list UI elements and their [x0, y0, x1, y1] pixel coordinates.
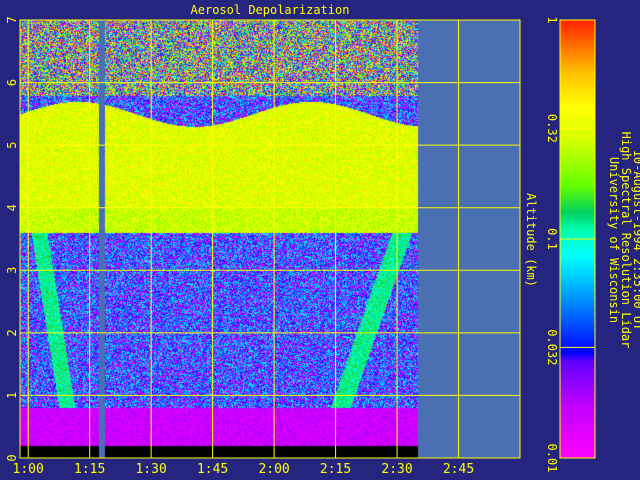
colorbar-tick-label: 0.1: [545, 228, 559, 250]
info-line-1: University of Wisconsin: [607, 157, 621, 323]
y-tick-label: 7: [5, 16, 19, 23]
x-tick-label: 1:45: [197, 462, 228, 477]
colorbar-tick-label: 0.032: [545, 329, 559, 365]
colorbar-tick-label: 0.01: [545, 444, 559, 473]
chart-title: Aerosol Depolarization: [191, 3, 350, 17]
depolarization-figure: Aerosol Depolarization 0 1 2 3 4 5 6 7 1:00 1:15…: [0, 0, 640, 480]
y-axis-label: Altitude (km): [524, 193, 538, 287]
y-tick-label: 5: [5, 142, 19, 149]
colorbar-tick-label: 1: [545, 16, 559, 23]
x-tick-label: 2:15: [320, 462, 351, 477]
info-text: University of Wisconsin High Spectral Re…: [607, 132, 640, 349]
x-tick-label: 1:30: [135, 462, 166, 477]
heatmap-image: [20, 20, 520, 458]
info-line-2: High Spectral Resolution Lidar: [619, 132, 633, 349]
y-tick-label: 2: [5, 329, 19, 336]
x-tick-label: 2:45: [443, 462, 474, 477]
colorbar-tick-label: 0.32: [545, 114, 559, 143]
y-tick-label: 1: [5, 392, 19, 399]
y-tick-label: 6: [5, 79, 19, 86]
x-tick-label: 1:15: [74, 462, 105, 477]
y-tick-label: 0: [5, 454, 19, 461]
x-tick-label: 2:30: [381, 462, 412, 477]
y-tick-label: 4: [5, 204, 19, 211]
plot-area: [19, 19, 521, 459]
info-line-3: 10-August-1994 2:35:00 UT: [631, 150, 640, 331]
x-tick-label: 2:00: [258, 462, 289, 477]
y-tick-label: 3: [5, 267, 19, 274]
x-tick-label: 1:00: [13, 462, 44, 477]
